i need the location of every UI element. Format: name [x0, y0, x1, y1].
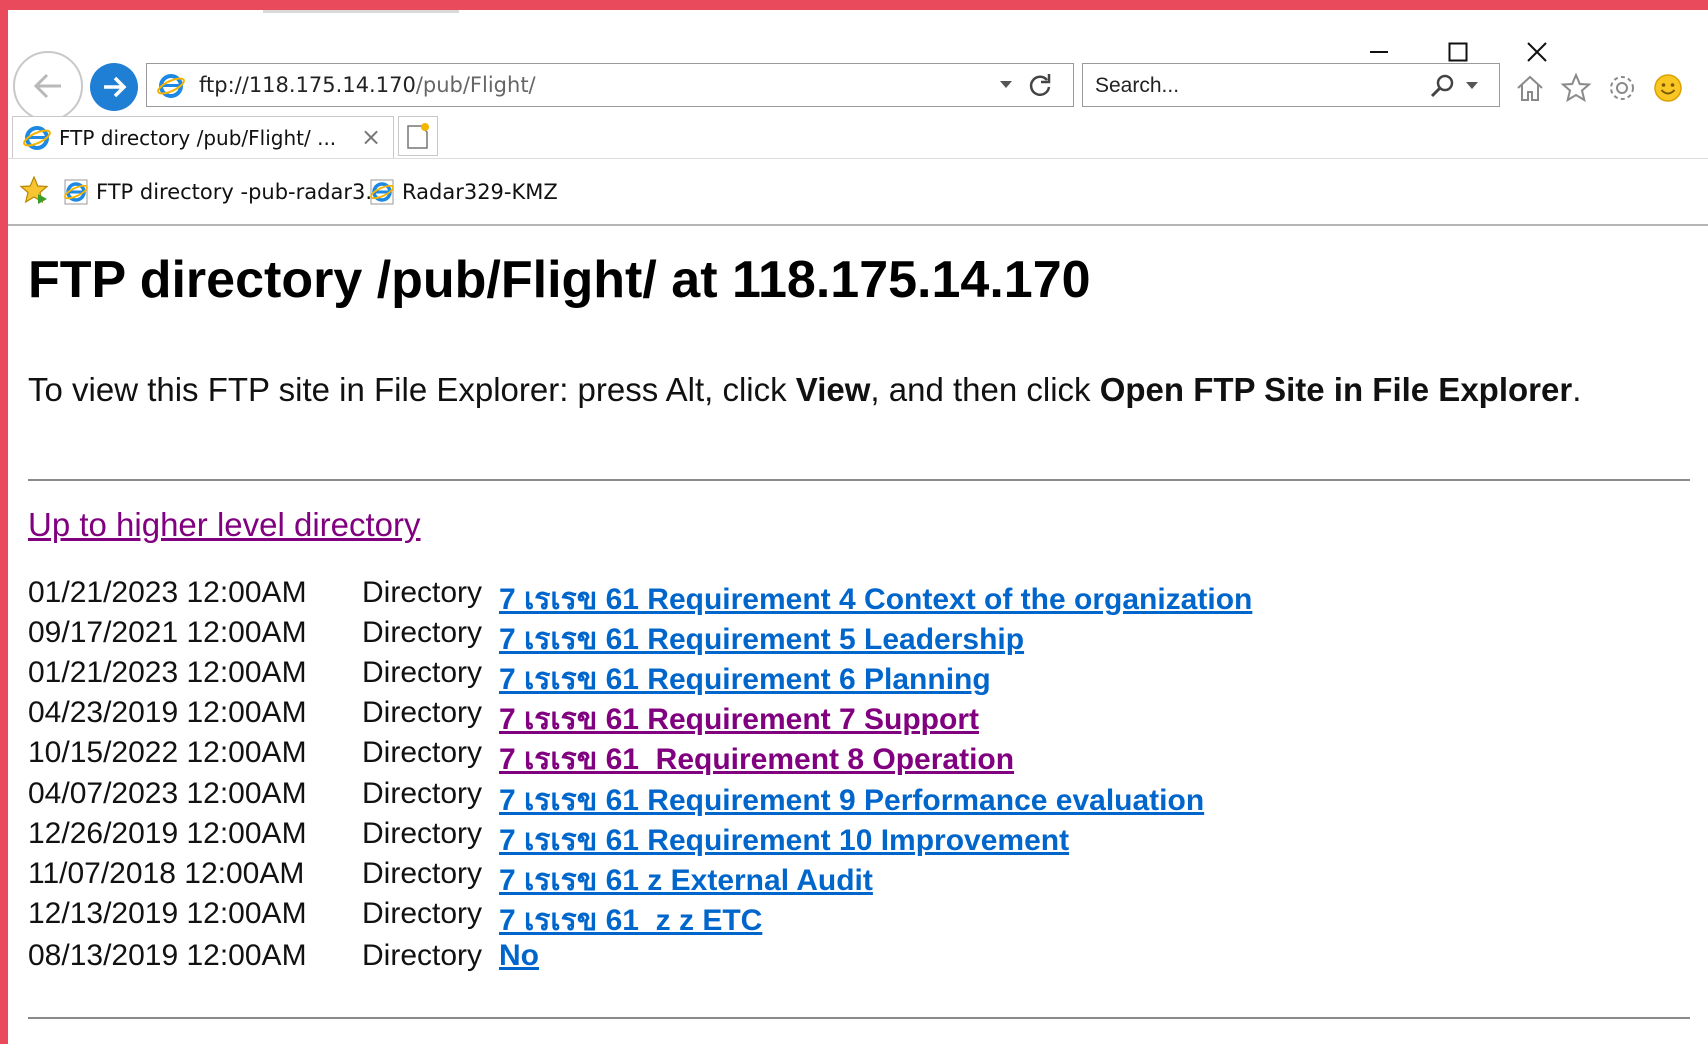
back-arrow-icon [33, 73, 61, 99]
entry-date: 01/21/2023 12:00AM [28, 656, 307, 689]
entry-type: Directory [362, 897, 483, 930]
browser-window: ftp://118.175.14.170/pub/Flight/ Search.… [8, 10, 1708, 1044]
entry-type: Directory [362, 857, 483, 890]
favorites-star-icon[interactable] [1558, 70, 1594, 106]
address-host: ftp://118.175.14.170 [199, 73, 416, 97]
close-icon[interactable] [1519, 34, 1555, 70]
search-box[interactable] [1082, 63, 1500, 107]
entry-date: 04/07/2023 12:00AM [28, 777, 307, 810]
directory-link[interactable]: 7 เรเรข 61_Requirement 8 Operation [499, 736, 1014, 783]
directory-link[interactable]: No [499, 939, 539, 973]
entry-type: Directory [362, 777, 483, 810]
home-icon[interactable] [1512, 70, 1548, 106]
forward-arrow-icon [104, 76, 127, 98]
smiley-feedback-icon[interactable] [1650, 70, 1686, 106]
new-tab-button[interactable] [398, 116, 438, 156]
favorite-label: FTP directory -pub-radar3... [96, 180, 386, 204]
settings-gear-icon[interactable] [1604, 70, 1640, 106]
entry-type: Directory [362, 616, 483, 649]
entry-date: 11/07/2018 12:00AM [28, 857, 305, 890]
entry-type: Directory [362, 696, 483, 729]
instructions-open-ftp: Open FTP Site in File Explorer [1099, 371, 1573, 408]
divider-top [28, 479, 1690, 481]
tab-ftp-directory[interactable]: FTP directory /pub/Flight/ ... × [12, 116, 394, 158]
ie-tab-icon [23, 126, 51, 150]
entry-date: 08/13/2019 12:00AM [28, 939, 307, 972]
new-tab-icon [407, 123, 429, 149]
divider-bottom [28, 1017, 1690, 1019]
forward-button[interactable] [90, 63, 138, 111]
instructions-part3: . [1572, 371, 1582, 408]
entry-type: Directory [362, 939, 483, 972]
instructions-part2: , and then click [870, 371, 1100, 408]
entry-date: 01/21/2023 12:00AM [28, 576, 307, 609]
entry-type: Directory [362, 576, 483, 609]
address-bar[interactable]: ftp://118.175.14.170/pub/Flight/ [146, 63, 1074, 107]
favorites-center-icon[interactable] [18, 174, 50, 206]
instructions-view: View [795, 371, 871, 408]
tab-row-divider [8, 158, 1708, 159]
entry-type: Directory [362, 817, 483, 850]
page-title: FTP directory /pub/Flight/ at 118.175.14… [28, 251, 1091, 309]
address-path: /pub/Flight/ [415, 73, 536, 97]
favorite-link-ftp-radar[interactable]: FTP directory -pub-radar3... [62, 178, 385, 206]
dropdown-arrow-icon[interactable] [999, 80, 1013, 90]
up-directory-link[interactable]: Up to higher level directory [28, 506, 421, 544]
back-button[interactable] [13, 51, 83, 121]
entry-date: 12/26/2019 12:00AM [28, 817, 307, 850]
favorite-link-radar329-kmz[interactable]: Radar329-KMZ [368, 178, 558, 206]
favorite-label: Radar329-KMZ [402, 180, 558, 204]
refresh-icon[interactable] [1027, 72, 1053, 98]
instructions-text: To view this FTP site in File Explorer: … [28, 366, 1628, 413]
tab-close-icon[interactable]: × [361, 123, 381, 151]
ie-page-favicon [64, 179, 88, 205]
entry-date: 04/23/2019 12:00AM [28, 696, 307, 729]
ie-page-favicon [370, 179, 394, 205]
address-text[interactable]: ftp://118.175.14.170/pub/Flight/ [199, 73, 536, 97]
search-input[interactable] [1093, 70, 1397, 102]
search-icon[interactable] [1429, 72, 1457, 100]
tab-label: FTP directory /pub/Flight/ ... [59, 126, 337, 150]
entry-date: 10/15/2022 12:00AM [28, 736, 307, 769]
instructions-part1: To view this FTP site in File Explorer: … [28, 371, 796, 408]
entry-date: 12/13/2019 12:00AM [28, 897, 307, 930]
entry-type: Directory [362, 656, 483, 689]
entry-date: 09/17/2021 12:00AM [28, 616, 307, 649]
title-bar-highlight [263, 10, 459, 13]
search-dropdown-icon[interactable] [1465, 81, 1479, 91]
favorites-bar: FTP directory -pub-radar3... Radar329-KM… [8, 160, 1708, 226]
ie-page-icon [157, 74, 185, 98]
directory-link[interactable]: 7 เรเรข 61_z z ETC [499, 897, 762, 944]
entry-type: Directory [362, 736, 483, 769]
